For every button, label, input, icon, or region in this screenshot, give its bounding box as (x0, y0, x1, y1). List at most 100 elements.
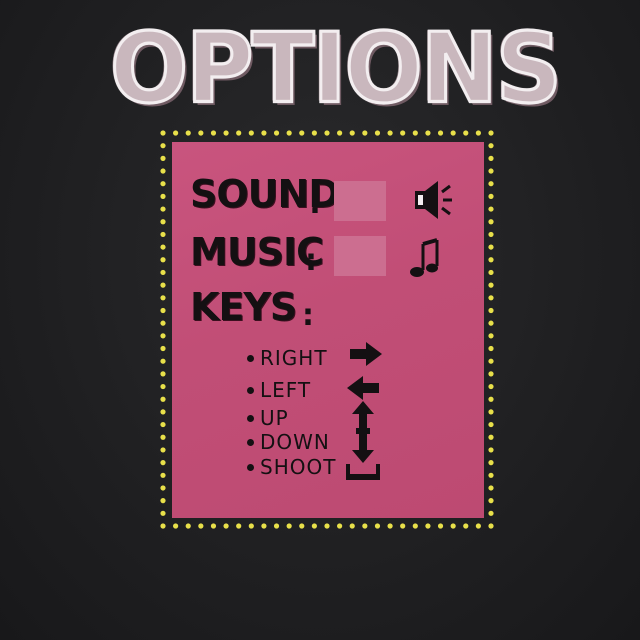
frame-dot (160, 155, 166, 161)
frame-dot (488, 409, 494, 415)
frame-dot (273, 130, 280, 136)
frame-dot (425, 523, 431, 529)
frame-dot (160, 358, 166, 364)
key-label-left: LEFT (260, 378, 312, 402)
frame-dot (173, 130, 179, 136)
frame-dot (488, 358, 494, 364)
frame-dot (160, 193, 166, 199)
frame-dot (488, 396, 494, 402)
frame-dot (185, 130, 191, 136)
key-label-shoot: SHOOT (260, 455, 337, 479)
frame-dot (488, 257, 494, 263)
frame-dot (488, 320, 494, 326)
frame-dot (198, 523, 204, 529)
frame-dot (210, 523, 217, 529)
frame-dot (387, 523, 393, 529)
frame-dot (475, 523, 481, 529)
frame-dot (337, 130, 343, 136)
frame-dot (488, 523, 494, 529)
frame-dot (488, 460, 494, 466)
frame-dot (160, 396, 166, 402)
frame-dot (160, 269, 166, 276)
frame-dot (311, 523, 317, 529)
arrow-left-icon (347, 376, 379, 400)
frame-dot (160, 320, 166, 326)
music-note-icon[interactable] (408, 236, 444, 282)
frame-dot (261, 523, 267, 529)
frame-dot (160, 307, 166, 314)
frame-dot (488, 333, 494, 339)
frame-dot (475, 130, 481, 136)
frame-dot (160, 244, 166, 250)
frame-dot (160, 181, 166, 187)
frame-dot (299, 523, 305, 529)
frame-dot (450, 130, 456, 136)
keys-colon: : (302, 298, 314, 333)
frame-dot (160, 498, 166, 504)
keys-label: KEYS (190, 285, 297, 329)
frame-dot (488, 485, 494, 491)
sound-value-slot[interactable] (334, 181, 386, 221)
frame-dot (362, 130, 368, 136)
frame-dot (286, 130, 292, 136)
arrow-right-icon (350, 342, 382, 366)
frame-dot (160, 219, 166, 225)
key-label-down: DOWN (260, 430, 330, 454)
frame-dot (160, 257, 166, 263)
key-item-left[interactable]: LEFT (247, 378, 311, 402)
frame-dot (349, 130, 355, 136)
bullet (247, 438, 254, 446)
frame-dot (437, 130, 444, 136)
key-item-right[interactable]: RIGHT (247, 346, 328, 370)
frame-dot (349, 523, 355, 529)
frame-dot (261, 130, 267, 136)
music-label: MUSIC (190, 230, 324, 274)
frame-dot (248, 130, 254, 136)
frame-dot (160, 295, 166, 301)
frame-dot (311, 130, 317, 136)
sound-colon: : (309, 186, 321, 221)
frame-dot (488, 181, 494, 187)
frame-dot (488, 143, 494, 149)
frame-dot (223, 130, 229, 136)
frame-dot (160, 231, 166, 238)
frame-dot (160, 333, 166, 339)
frame-dot (488, 168, 494, 174)
key-item-down[interactable]: DOWN (247, 430, 330, 454)
speaker-icon[interactable] (412, 178, 454, 224)
frame-dot (488, 295, 494, 301)
frame-dot (387, 130, 393, 136)
spacebar-icon (346, 464, 380, 480)
frame-dot (160, 168, 166, 174)
key-label-right: RIGHT (260, 346, 328, 370)
frame-dot (160, 447, 166, 453)
frame-dot (160, 143, 166, 149)
frame-dot (412, 523, 418, 529)
frame-dot (160, 282, 166, 288)
frame-dot (488, 345, 494, 352)
frame-dot (488, 193, 494, 199)
bullet (247, 414, 254, 422)
key-item-shoot[interactable]: SHOOT (247, 455, 336, 479)
frame-dot (400, 130, 406, 136)
frame-dot (273, 523, 280, 529)
frame-dot (488, 130, 494, 136)
frame-dot (210, 130, 217, 136)
music-colon: : (305, 243, 317, 278)
frame-dot (488, 434, 494, 440)
frame-dot (337, 523, 343, 529)
frame-dot (160, 371, 166, 377)
bullet (247, 463, 254, 471)
music-value-slot[interactable] (334, 236, 386, 276)
frame-dot (374, 523, 381, 529)
frame-dot (185, 523, 191, 529)
key-item-up[interactable]: UP (247, 406, 289, 430)
frame-dot (362, 523, 368, 529)
frame-dot (160, 472, 166, 478)
frame-dot (236, 130, 242, 136)
frame-dot (488, 510, 494, 516)
frame-dot (160, 523, 166, 529)
frame-dot (324, 130, 330, 136)
key-label-up: UP (260, 406, 289, 430)
frame-dot (160, 383, 166, 390)
